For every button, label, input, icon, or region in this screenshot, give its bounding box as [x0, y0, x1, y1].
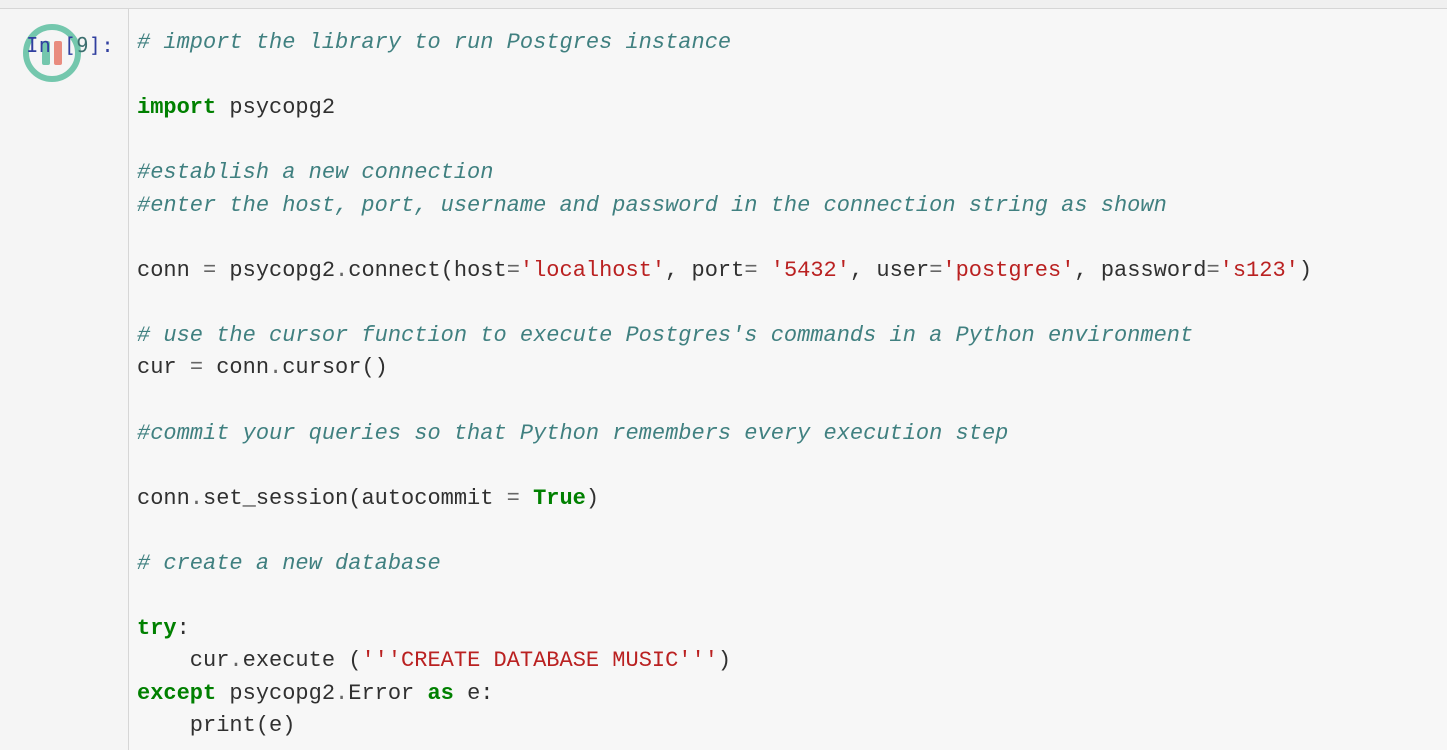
- code-name: cur: [137, 648, 229, 673]
- code-name: Error: [348, 681, 427, 706]
- code-name: conn: [137, 258, 203, 283]
- prompt-execution-count: 9: [76, 33, 89, 57]
- code-space: [520, 486, 533, 511]
- code-name: conn: [137, 486, 190, 511]
- code-op: .: [229, 648, 242, 673]
- code-module: psycopg2: [216, 95, 335, 120]
- code-op: =: [1206, 258, 1219, 283]
- code-call: print(e): [137, 713, 295, 738]
- code-call: connect(host: [348, 258, 506, 283]
- code-punct: ): [1299, 258, 1312, 283]
- notebook-cell: In [9]: # import the library to run Post…: [0, 9, 1447, 750]
- code-op: =: [203, 258, 216, 283]
- code-keyword-except: except: [137, 681, 216, 706]
- code-comment: #establish a new connection: [137, 160, 493, 185]
- code-name: , port: [665, 258, 744, 283]
- code-op: =: [744, 258, 757, 283]
- code-op: .: [335, 681, 348, 706]
- code-op: .: [335, 258, 348, 283]
- code-keyword-try: try: [137, 616, 177, 641]
- code-keyword-import: import: [137, 95, 216, 120]
- code-op: =: [507, 486, 520, 511]
- prompt-bracket-open: [: [64, 33, 77, 57]
- code-op: =: [929, 258, 942, 283]
- code-comment: # create a new database: [137, 551, 441, 576]
- code-punct: ): [718, 648, 731, 673]
- prompt-prefix: In: [26, 33, 64, 57]
- code-name: psycopg2: [216, 681, 335, 706]
- code-comment: #commit your queries so that Python reme…: [137, 421, 1008, 446]
- code-name: cur: [137, 355, 190, 380]
- code-call: set_session(autocommit: [203, 486, 507, 511]
- code-name: , user: [850, 258, 929, 283]
- input-prompt: In [9]:: [0, 9, 128, 57]
- code-call: cursor(): [282, 355, 388, 380]
- code-name: , password: [1074, 258, 1206, 283]
- code-name: e:: [454, 681, 494, 706]
- code-name: psycopg2: [216, 258, 335, 283]
- code-op: .: [269, 355, 282, 380]
- code-op: =: [190, 355, 203, 380]
- code-name: conn: [203, 355, 269, 380]
- code-string: 'postgres': [942, 258, 1074, 283]
- code-keyword-as: as: [427, 681, 453, 706]
- code-op: .: [190, 486, 203, 511]
- code-comment: # import the library to run Postgres ins…: [137, 30, 731, 55]
- prompt-bracket-close: ]:: [89, 33, 114, 57]
- code-call: execute (: [243, 648, 362, 673]
- code-string: '''CREATE DATABASE MUSIC''': [361, 648, 717, 673]
- code-string: '5432': [771, 258, 850, 283]
- code-comment: # use the cursor function to execute Pos…: [137, 323, 1193, 348]
- code-string: 's123': [1220, 258, 1299, 283]
- code-string: 'localhost': [520, 258, 665, 283]
- code-cell-input[interactable]: # import the library to run Postgres ins…: [128, 9, 1447, 750]
- code-bool: True: [533, 486, 586, 511]
- code-space: [758, 258, 771, 283]
- code-comment: #enter the host, port, username and pass…: [137, 193, 1167, 218]
- code-punct: :: [177, 616, 190, 641]
- code-punct: ): [586, 486, 599, 511]
- code-op: =: [507, 258, 520, 283]
- window-chrome-strip: [0, 0, 1447, 9]
